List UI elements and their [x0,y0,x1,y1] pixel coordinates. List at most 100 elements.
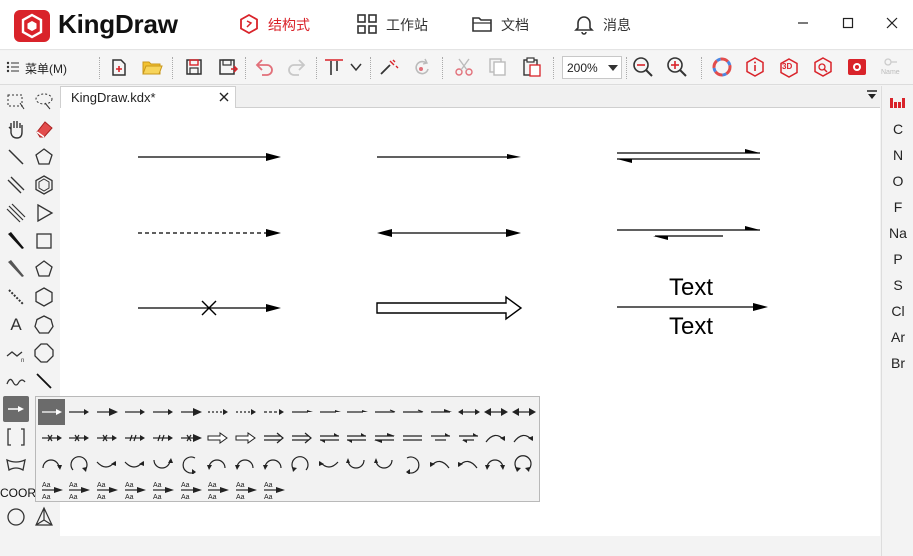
double-bond-tool[interactable] [3,172,29,198]
arrow-style-option[interactable] [205,399,232,425]
document-tab[interactable]: KingDraw.kdx* [60,86,236,108]
arrow-style-option[interactable] [483,399,510,425]
arrow-text-above[interactable]: Text [669,274,713,302]
square-tool[interactable] [31,228,57,254]
coordinate-tool[interactable]: COOR [0,480,36,506]
arrow-style-option[interactable] [427,451,454,477]
new-file-button[interactable] [107,56,131,80]
shape-tool[interactable] [3,452,29,478]
arrow-style-option[interactable] [483,425,510,451]
arrow-style-option[interactable] [288,399,315,425]
arrow-style-option[interactable] [399,399,426,425]
arrow-style-text-option[interactable]: Aa Aa [66,477,93,503]
arrow-style-option[interactable] [38,425,65,451]
arrow-style-option[interactable] [511,451,538,477]
zoom-in-button[interactable] [665,56,689,80]
lasso-select-tool[interactable] [31,88,57,114]
arrow-style-option[interactable] [177,451,204,477]
arrow-style-option[interactable] [399,451,426,477]
element-n[interactable]: N [882,147,913,163]
arrow-style-option[interactable] [66,451,93,477]
arrow-style-option[interactable] [233,399,260,425]
arrow-style-option[interactable] [316,399,343,425]
arrow-style-option[interactable] [427,425,454,451]
maximize-button[interactable] [833,10,863,36]
unbalanced-equilibrium-arrow[interactable] [617,226,760,240]
arrow-style-option[interactable] [177,425,204,451]
element-ar[interactable]: Ar [882,329,913,345]
rectangle-select-tool[interactable] [3,88,29,114]
arrow-style-option[interactable] [511,425,538,451]
redo-button[interactable] [285,56,309,80]
arrow-style-option[interactable] [149,451,176,477]
arrow-style-text-option[interactable]: Aa Aa [121,477,148,503]
dashed-bond-tool[interactable] [3,284,29,310]
cyclopentane-tool[interactable] [31,144,57,170]
align-dropdown-button[interactable] [344,56,368,80]
info-button[interactable] [743,56,767,80]
paste-button[interactable] [520,56,544,80]
nav-tab-messages[interactable]: 消息 [573,0,631,50]
open-arrow[interactable] [377,154,521,159]
nav-tab-documents[interactable]: 文档 [471,0,529,50]
arrow-style-text-option[interactable]: Aa Aa [177,477,204,503]
arrow-style-option[interactable] [260,425,287,451]
arrow-style-option[interactable] [372,451,399,477]
arrow-style-text-option[interactable]: Aa Aa [205,477,232,503]
arrow-style-option[interactable] [205,425,232,451]
arrow-text-below[interactable]: Text [669,313,713,341]
arrow-style-option[interactable] [121,451,148,477]
zoom-out-button[interactable] [631,56,655,80]
heptagon-tool[interactable] [31,312,57,338]
arrow-style-option[interactable] [511,399,538,425]
text-tool[interactable]: A [3,312,29,338]
3d-view-button[interactable]: 3D [777,56,801,80]
arrow-style-text-option[interactable]: Aa Aa [38,477,65,503]
arrow-style-option[interactable] [66,425,93,451]
close-tab-button[interactable] [219,89,229,105]
arrow-style-option[interactable] [344,425,371,451]
arrow-style-option[interactable] [316,425,343,451]
pan-tool[interactable] [3,116,29,142]
arrow-style-text-option[interactable]: Aa Aa [260,477,287,503]
save-button[interactable] [182,56,206,80]
arrow-style-option[interactable] [177,399,204,425]
element-p[interactable]: P [882,251,913,267]
nav-tab-structure[interactable]: 结构式 [238,0,310,50]
chain-tool[interactable]: n [3,340,29,366]
rotate-button[interactable] [410,56,434,80]
arrow-style-option[interactable] [344,399,371,425]
undo-button[interactable] [252,56,276,80]
arrow-style-option[interactable] [233,425,260,451]
arrow-style-option[interactable] [94,451,121,477]
bracket-tool[interactable] [3,424,29,450]
element-c[interactable]: C [882,121,913,137]
triangle-tool[interactable] [31,200,57,226]
arrow-style-option[interactable] [260,451,287,477]
arrow-style-option[interactable] [121,425,148,451]
arrow-style-option[interactable] [288,451,315,477]
save-as-button[interactable] [216,56,240,80]
line-tool[interactable] [31,368,57,394]
arrow-style-option[interactable] [94,399,121,425]
arrow-style-option[interactable] [455,425,482,451]
arrow-style-option[interactable] [121,399,148,425]
hash-wedge-tool[interactable] [3,256,29,282]
circle-tool[interactable] [3,504,29,530]
color-button[interactable] [710,56,734,80]
hollow-arrow[interactable] [376,295,523,321]
arrow-style-option[interactable] [94,425,121,451]
copy-button[interactable] [486,56,510,80]
arrow-style-option[interactable] [372,425,399,451]
nav-tab-workstation[interactable]: 工作站 [356,0,428,50]
arrow-style-option[interactable] [260,399,287,425]
double-headed-arrow[interactable] [377,229,521,237]
triple-bond-tool[interactable] [3,200,29,226]
name-to-structure-button[interactable]: Name [878,56,906,80]
arrow-style-option[interactable] [372,399,399,425]
close-window-button[interactable] [877,10,907,36]
image-button[interactable] [845,56,869,80]
wedge-bond-tool[interactable] [3,228,29,254]
search-structure-button[interactable] [811,56,835,80]
arrow-style-option[interactable] [316,451,343,477]
